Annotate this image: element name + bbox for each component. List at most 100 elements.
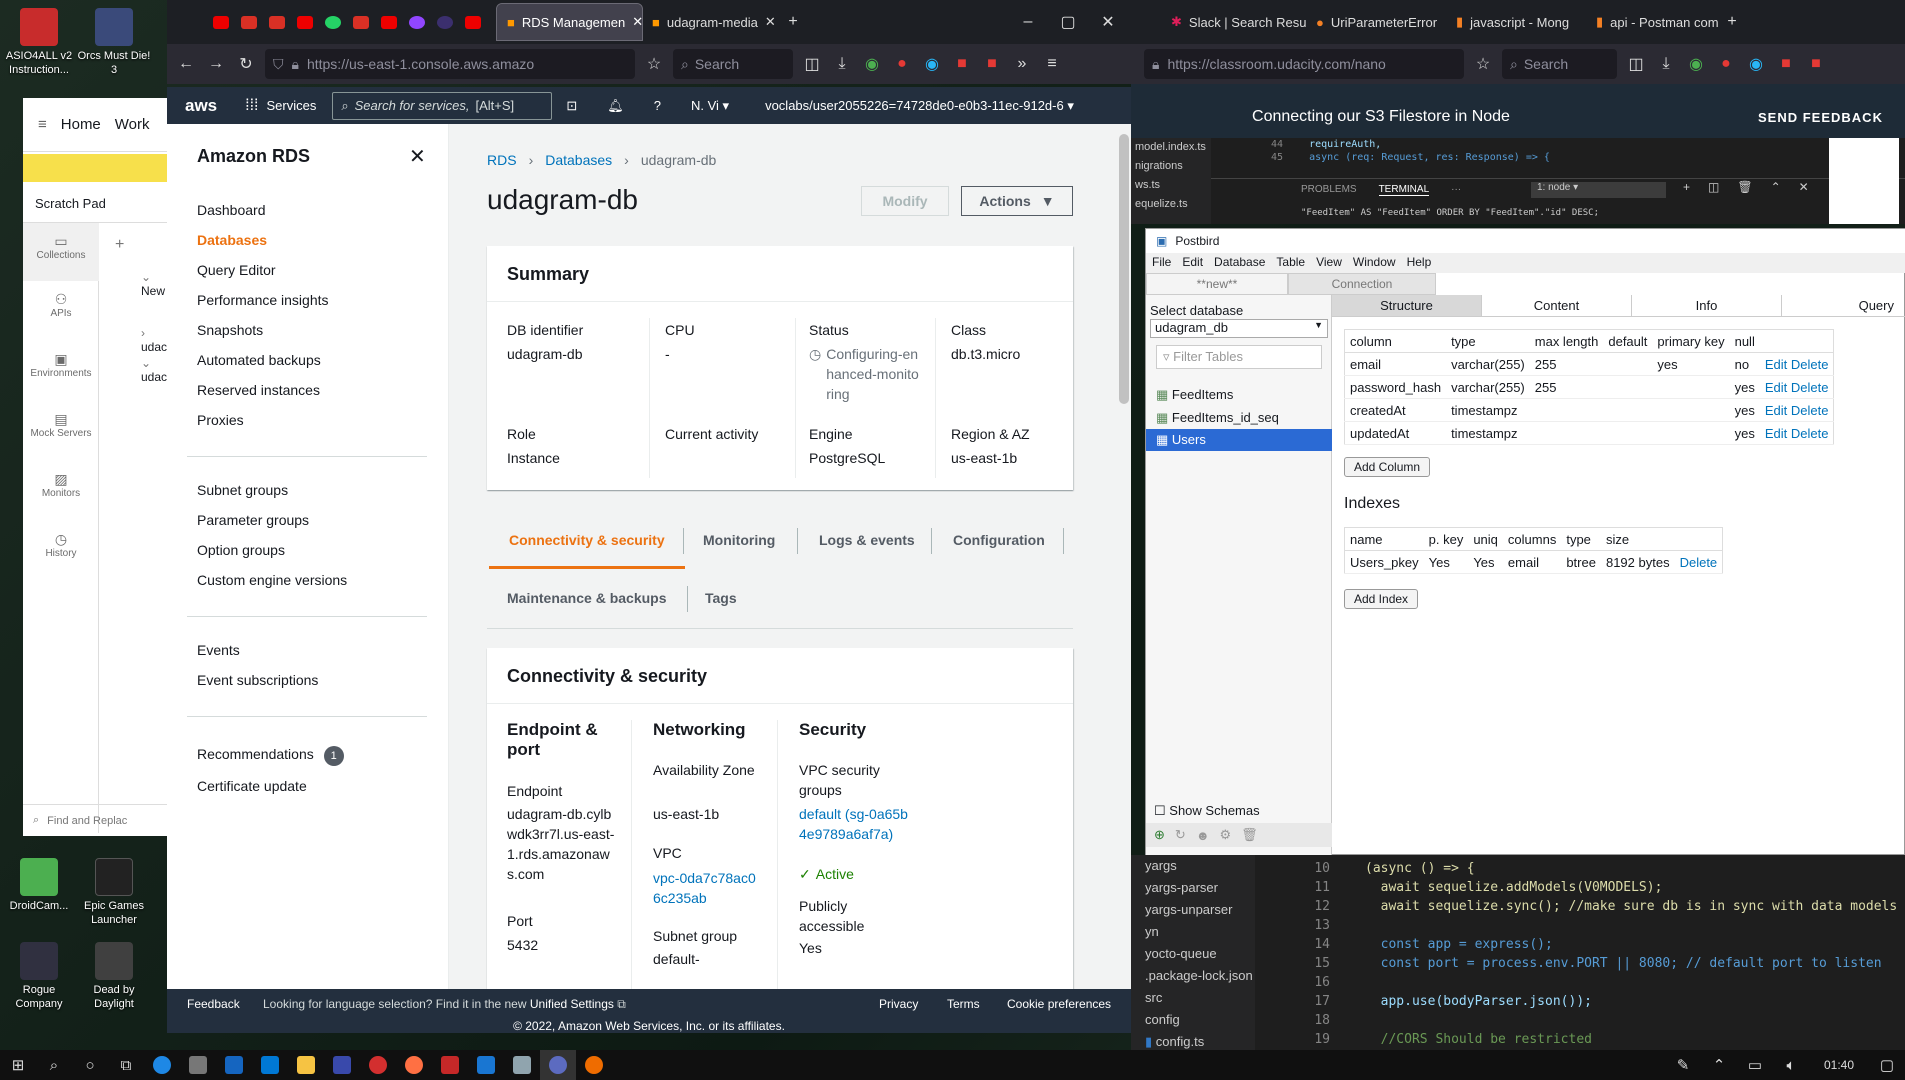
task-view-icon[interactable]: ⧉	[108, 1050, 144, 1080]
tab-new-connection[interactable]: **new**	[1146, 273, 1288, 295]
close-icon[interactable]: ✕	[1799, 180, 1809, 194]
delete-link[interactable]: Delete	[1791, 403, 1829, 418]
maximize-icon[interactable]: ▢	[1057, 12, 1079, 32]
acrobat-icon[interactable]	[432, 1050, 468, 1080]
youtube-tab-icon[interactable]	[461, 10, 485, 34]
postman-work-tab[interactable]: Work	[115, 116, 150, 133]
explorer-item[interactable]: yocto-queue	[1145, 943, 1255, 965]
start-icon[interactable]: ⊞	[0, 1050, 36, 1080]
sidebar-item-performance[interactable]: Performance insights	[197, 292, 329, 308]
tab-structure[interactable]: Structure	[1332, 295, 1482, 316]
menu-help[interactable]: Help	[1407, 255, 1432, 269]
tab-content[interactable]: Content	[1482, 295, 1632, 316]
postman-nav-monitors[interactable]: ▨ Monitors	[23, 471, 99, 499]
add-terminal-icon[interactable]: +	[1683, 180, 1690, 194]
close-icon[interactable]: ✕	[409, 144, 426, 169]
postman-taskbar-icon[interactable]	[576, 1050, 612, 1080]
desktop-icon-orcs[interactable]: Orcs Must Die! 3	[75, 8, 153, 77]
aws-search-input[interactable]: ⌕ Search for services, [Alt+S]	[332, 91, 553, 120]
tab-maintenance[interactable]: Maintenance & backups	[507, 590, 667, 606]
filter-tables-input[interactable]: ▿ Filter Tables	[1156, 345, 1322, 369]
sidebar-item-parameter-groups[interactable]: Parameter groups	[197, 512, 309, 528]
sidebar-item-event-subscriptions[interactable]: Event subscriptions	[197, 672, 318, 688]
tab-connection[interactable]: Connection	[1288, 273, 1436, 295]
gmail-tab-icon[interactable]	[349, 10, 373, 34]
services-menu[interactable]: Services	[266, 98, 316, 113]
whatsapp-tab-icon[interactable]	[321, 10, 345, 34]
desktop-icon-dbd[interactable]: Dead by Daylight	[75, 942, 153, 1011]
download-icon[interactable]: ⤓	[1655, 55, 1677, 73]
mail-icon[interactable]	[216, 1050, 252, 1080]
sidebar-item-option-groups[interactable]: Option groups	[197, 542, 285, 558]
account-menu[interactable]: voclabs/user2055226=74728de0-e0b3-11ec-9…	[765, 98, 1074, 114]
menu-view[interactable]: View	[1316, 255, 1342, 269]
sidebar-item-recommendations[interactable]: Recommendations 1	[197, 746, 344, 766]
postman-nav-history[interactable]: ◷ History	[23, 531, 99, 559]
privacy-link[interactable]: Privacy	[879, 997, 918, 1011]
cookie-preferences-link[interactable]: Cookie preferences	[1007, 997, 1111, 1011]
table-item-feeditems[interactable]: ▦ FeedItems	[1156, 387, 1233, 403]
forward-icon[interactable]: →	[205, 55, 227, 73]
menu-icon[interactable]: ≡	[38, 116, 47, 133]
trash-icon[interactable]: 🗑︎	[1737, 180, 1752, 194]
postman-nav-collections[interactable]: ▭ Collections	[23, 223, 99, 281]
postman-tree-item[interactable]: ⌄ udac	[141, 356, 167, 384]
breadcrumb-databases[interactable]: Databases	[545, 152, 612, 168]
extension-icon[interactable]: ■	[1805, 55, 1827, 73]
menu-database[interactable]: Database	[1214, 255, 1265, 269]
overflow-icon[interactable]: »	[1011, 55, 1033, 73]
explorer-item[interactable]: src	[1145, 987, 1255, 1009]
close-window-icon[interactable]: ✕	[1097, 12, 1119, 32]
split-terminal-icon[interactable]: ◫	[1708, 180, 1719, 194]
tab-monitoring[interactable]: Monitoring	[703, 532, 775, 548]
firefox-icon[interactable]	[396, 1050, 432, 1080]
sidebar-item-certificate[interactable]: Certificate update	[197, 778, 307, 794]
panel-tab-terminal[interactable]: TERMINAL	[1378, 184, 1430, 196]
postman-home-tab[interactable]: Home	[61, 116, 101, 133]
browser-search-field[interactable]: ⌕ Search	[1502, 49, 1617, 79]
file-item[interactable]: ws.ts	[1135, 176, 1211, 195]
sidebar-item-reserved[interactable]: Reserved instances	[197, 382, 320, 398]
vscode-icon[interactable]	[468, 1050, 504, 1080]
file-item[interactable]: equelize.ts	[1135, 195, 1211, 214]
tab-javascript[interactable]: ▮ javascript - Mong	[1446, 4, 1586, 40]
new-tab-icon[interactable]: +	[1721, 13, 1743, 31]
app-icon[interactable]	[324, 1050, 360, 1080]
desktop-icon-rogue[interactable]: Rogue Company	[0, 942, 78, 1011]
delete-link[interactable]: Delete	[1791, 357, 1829, 372]
explorer-item[interactable]: yargs-parser	[1145, 877, 1255, 899]
extension-icon[interactable]: ■	[981, 55, 1003, 73]
extension-icon[interactable]: ■	[1775, 55, 1797, 73]
postman-tree-item[interactable]: ⌄ New	[141, 270, 167, 298]
unified-settings-link[interactable]: Unified Settings	[530, 997, 614, 1011]
url-field[interactable]: ⛉ 🔒︎ https://us-east-1.console.aws.amazo	[265, 49, 635, 79]
edit-link[interactable]: Edit	[1765, 426, 1787, 441]
security-group-link[interactable]: default (sg-0a65b4e9789a6af7a)	[799, 804, 911, 844]
edge-icon[interactable]	[144, 1050, 180, 1080]
tab-query[interactable]: Query	[1782, 295, 1905, 316]
menu-icon[interactable]: ≡	[1041, 55, 1063, 73]
file-item[interactable]: nigrations	[1135, 157, 1211, 176]
find-replace[interactable]: Find and Replac	[47, 815, 127, 827]
cortana-icon[interactable]: ○	[72, 1050, 108, 1080]
download-icon[interactable]: ⤓	[831, 55, 853, 73]
network-icon[interactable]: ▭	[1737, 1050, 1773, 1080]
actions-button[interactable]: Actions ▼	[961, 186, 1073, 216]
terms-link[interactable]: Terms	[947, 997, 980, 1011]
close-icon[interactable]: ✕	[765, 14, 776, 30]
new-tab-icon[interactable]: +	[782, 13, 804, 31]
extension-icon[interactable]: ◉	[921, 54, 943, 74]
volume-icon[interactable]: 🔈︎	[1773, 1050, 1809, 1080]
youtube-tab-icon[interactable]	[293, 10, 317, 34]
youtube-tab-icon[interactable]	[209, 10, 233, 34]
tab-logs-events[interactable]: Logs & events	[819, 532, 915, 548]
bookmark-star-icon[interactable]: ☆	[1472, 54, 1494, 74]
minimize-icon[interactable]: –	[1017, 13, 1039, 31]
user-icon[interactable]: ☻	[1196, 828, 1210, 843]
postman-nav-apis[interactable]: ⚇ APIs	[23, 291, 99, 319]
send-feedback-button[interactable]: SEND FEEDBACK	[1758, 110, 1883, 125]
reload-icon[interactable]: ↻	[235, 54, 257, 74]
sidebar-item-backups[interactable]: Automated backups	[197, 352, 321, 368]
database-select[interactable]: udagram_db ▼	[1150, 319, 1328, 338]
breadcrumb-rds[interactable]: RDS	[487, 152, 517, 168]
